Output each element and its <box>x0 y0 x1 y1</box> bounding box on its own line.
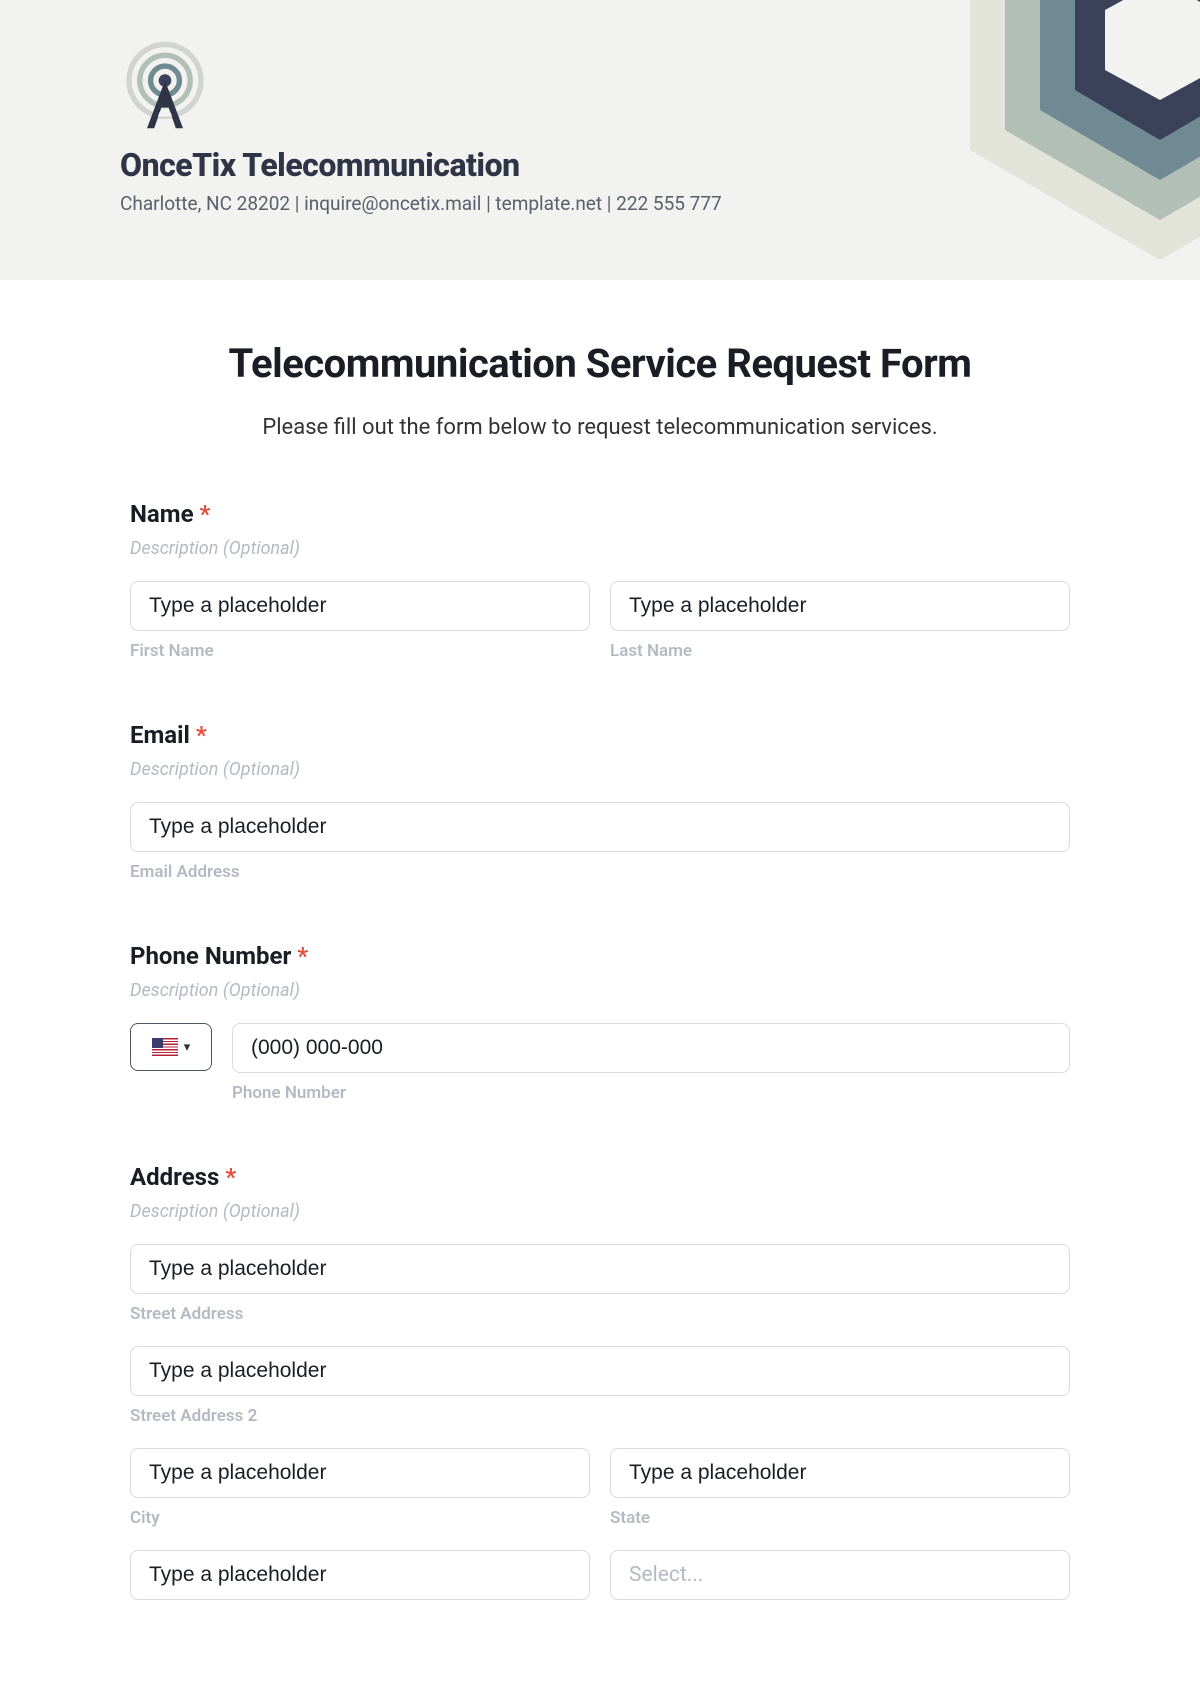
field-group-name: Name * Description (Optional) First Name… <box>130 500 1070 661</box>
required-mark: * <box>225 1163 236 1191</box>
name-label: Name * <box>130 500 1070 528</box>
name-label-text: Name <box>130 500 194 528</box>
required-mark: * <box>196 721 207 749</box>
phone-input[interactable] <box>232 1023 1070 1073</box>
email-label-text: Email <box>130 721 190 749</box>
state-input[interactable] <box>610 1448 1070 1498</box>
address-desc: Description (Optional) <box>130 1201 1070 1222</box>
phone-label-text: Phone Number <box>130 942 291 970</box>
email-label: Email * <box>130 721 1070 749</box>
required-mark: * <box>297 942 308 970</box>
city-sublabel: City <box>130 1508 590 1528</box>
last-name-sublabel: Last Name <box>610 641 1070 661</box>
form-subtitle: Please fill out the form below to reques… <box>130 415 1070 440</box>
phone-label: Phone Number * <box>130 942 1070 970</box>
first-name-sublabel: First Name <box>130 641 590 661</box>
field-group-email: Email * Description (Optional) Email Add… <box>130 721 1070 882</box>
chevron-down-icon: ▾ <box>184 1040 191 1055</box>
street-address-input[interactable] <box>130 1244 1070 1294</box>
form-title: Telecommunication Service Request Form <box>130 340 1070 387</box>
header-area: OnceTix Telecommunication Charlotte, NC … <box>0 0 1200 280</box>
company-name: OnceTix Telecommunication <box>120 146 722 184</box>
city-input[interactable] <box>130 1448 590 1498</box>
phone-desc: Description (Optional) <box>130 980 1070 1001</box>
country-select[interactable]: Select... <box>610 1550 1070 1600</box>
name-desc: Description (Optional) <box>130 538 1070 559</box>
email-sublabel: Email Address <box>130 862 1070 882</box>
field-group-phone: Phone Number * Description (Optional) ▾ … <box>130 942 1070 1103</box>
us-flag-icon <box>152 1038 178 1056</box>
zip-input[interactable] <box>130 1550 590 1600</box>
logo-block: OnceTix Telecommunication Charlotte, NC … <box>120 40 722 215</box>
street-address2-input[interactable] <box>130 1346 1070 1396</box>
email-input[interactable] <box>130 802 1070 852</box>
state-sublabel: State <box>610 1508 1070 1528</box>
field-group-address: Address * Description (Optional) Street … <box>130 1163 1070 1600</box>
phone-sublabel: Phone Number <box>232 1083 1070 1103</box>
form-content: Telecommunication Service Request Form P… <box>0 280 1200 1600</box>
country-select-placeholder: Select... <box>629 1563 703 1587</box>
antenna-tower-icon <box>120 40 210 130</box>
decor-hex-group <box>900 0 1200 280</box>
company-contact-line: Charlotte, NC 28202 | inquire@oncetix.ma… <box>120 192 722 215</box>
required-mark: * <box>200 500 211 528</box>
street-sublabel: Street Address <box>130 1304 1070 1324</box>
street2-sublabel: Street Address 2 <box>130 1406 1070 1426</box>
email-desc: Description (Optional) <box>130 759 1070 780</box>
last-name-input[interactable] <box>610 581 1070 631</box>
first-name-input[interactable] <box>130 581 590 631</box>
country-code-select[interactable]: ▾ <box>130 1023 212 1071</box>
address-label: Address * <box>130 1163 1070 1191</box>
address-label-text: Address <box>130 1163 219 1191</box>
